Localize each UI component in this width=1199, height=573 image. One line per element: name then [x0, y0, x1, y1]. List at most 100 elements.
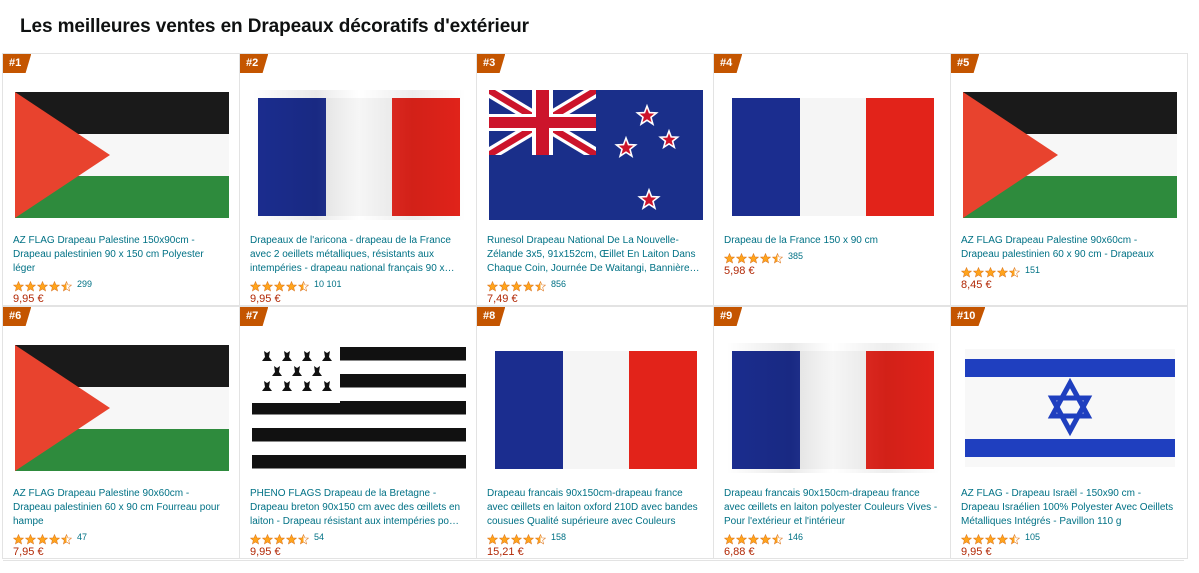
review-count-link[interactable]: 151 [1025, 265, 1040, 275]
product-card[interactable]: #10 AZ FLAG - Drapeau Israël - 150x90 cm … [950, 306, 1188, 559]
product-card[interactable]: #3 Runesol Drapeau National De La Nouvell… [476, 53, 714, 306]
product-title-link[interactable]: AZ FLAG - Drapeau Israël - 150x90 cm - D… [961, 487, 1175, 529]
star-full-icon [285, 279, 298, 291]
rating-row[interactable]: 146 [723, 530, 803, 544]
rating-row[interactable]: 158 [486, 530, 566, 544]
star-full-icon [735, 532, 748, 544]
star-full-icon [273, 532, 286, 544]
price: 9,95 € [961, 546, 992, 558]
star-full-icon [723, 532, 736, 544]
star-full-icon [510, 279, 523, 291]
price: 7,49 € [487, 293, 518, 305]
review-count-link[interactable]: 47 [77, 532, 87, 542]
star-full-icon [486, 532, 499, 544]
star-full-icon [522, 532, 535, 544]
product-card[interactable]: #9 Drapeau francais 90x150cm-drapeau fran… [713, 306, 951, 559]
palestine-flag-image[interactable] [963, 90, 1177, 220]
product-title-link[interactable]: Runesol Drapeau National De La Nouvelle-… [487, 234, 701, 276]
star-rating-icon [486, 279, 547, 291]
product-title-link[interactable]: PHENO FLAGS Drapeau de la Bretagne - Dra… [250, 487, 464, 529]
star-full-icon [24, 532, 37, 544]
price: 9,95 € [250, 293, 281, 305]
star-full-icon [249, 279, 262, 291]
star-half-icon [60, 532, 73, 544]
star-half-icon [297, 279, 310, 291]
star-full-icon [24, 279, 37, 291]
product-title-link[interactable]: Drapeau francais 90x150cm-drapeau france… [724, 487, 938, 529]
star-half-icon [297, 532, 310, 544]
bestseller-grid: #1 AZ FLAG Drapeau Palestine 150x90cm - D… [2, 53, 1188, 560]
star-full-icon [759, 251, 772, 263]
star-full-icon [12, 279, 25, 291]
product-card[interactable]: #4 Drapeau de la France 150 x 90 cm 385 5,9… [713, 53, 951, 306]
review-count-link[interactable]: 10 101 [314, 279, 342, 289]
star-full-icon [972, 265, 985, 277]
star-full-icon [261, 532, 274, 544]
rating-row[interactable]: 151 [960, 263, 1040, 277]
star-full-icon [996, 532, 1009, 544]
rank-badge: #7 [240, 307, 269, 326]
israel-flag-image[interactable] [963, 343, 1177, 473]
star-rating-icon [723, 251, 784, 263]
france-flag-image[interactable] [726, 90, 940, 220]
review-count-link[interactable]: 385 [788, 251, 803, 261]
star-full-icon [735, 251, 748, 263]
star-full-icon [960, 265, 973, 277]
star-rating-icon [486, 532, 547, 544]
star-half-icon [771, 251, 784, 263]
product-title-link[interactable]: Drapeau de la France 150 x 90 cm [724, 234, 938, 248]
star-rating-icon [12, 532, 73, 544]
palestine-flag-image[interactable] [15, 343, 229, 473]
review-count-link[interactable]: 146 [788, 532, 803, 542]
product-title-link[interactable]: AZ FLAG Drapeau Palestine 90x60cm - Drap… [13, 487, 227, 529]
star-full-icon [522, 279, 535, 291]
france-flag-image[interactable] [726, 343, 940, 473]
rank-badge: #1 [3, 54, 32, 73]
rank-badge: #8 [477, 307, 506, 326]
product-card[interactable]: #6 AZ FLAG Drapeau Palestine 90x60cm - Dr… [2, 306, 240, 559]
rating-row[interactable]: 47 [12, 530, 87, 544]
star-rating-icon [249, 279, 310, 291]
rating-row[interactable]: 105 [960, 530, 1040, 544]
star-full-icon [747, 251, 760, 263]
rating-row[interactable]: 10 101 [249, 277, 342, 291]
price: 7,95 € [13, 546, 44, 558]
product-card[interactable]: #1 AZ FLAG Drapeau Palestine 150x90cm - D… [2, 53, 240, 306]
rank-badge: #9 [714, 307, 743, 326]
france-flag-image[interactable] [252, 90, 466, 220]
review-count-link[interactable]: 105 [1025, 532, 1040, 542]
star-full-icon [972, 532, 985, 544]
star-full-icon [984, 265, 997, 277]
new-zealand-flag-image[interactable] [489, 90, 703, 220]
product-title-link[interactable]: Drapeau francais 90x150cm-drapeau france… [487, 487, 701, 529]
price: 5,98 € [724, 265, 755, 277]
rating-row[interactable]: 385 [723, 249, 803, 263]
review-count-link[interactable]: 158 [551, 532, 566, 542]
rating-row[interactable]: 54 [249, 530, 324, 544]
star-full-icon [261, 279, 274, 291]
grid-bottom-divider [3, 560, 1184, 573]
product-title-link[interactable]: AZ FLAG Drapeau Palestine 90x60cm - Drap… [961, 234, 1175, 262]
rating-row[interactable]: 299 [12, 277, 92, 291]
rating-row[interactable]: 856 [486, 277, 566, 291]
brittany-flag-image[interactable] [252, 343, 466, 473]
review-count-link[interactable]: 856 [551, 279, 566, 289]
france-flag-image[interactable] [489, 343, 703, 473]
product-card[interactable]: #8 Drapeau francais 90x150cm-drapeau fran… [476, 306, 714, 559]
product-card[interactable]: #2 Drapeaux de l'aricona - drapeau de la … [239, 53, 477, 306]
review-count-link[interactable]: 299 [77, 279, 92, 289]
palestine-flag-image[interactable] [15, 90, 229, 220]
product-title-link[interactable]: AZ FLAG Drapeau Palestine 150x90cm - Dra… [13, 234, 227, 276]
star-full-icon [510, 532, 523, 544]
product-title-link[interactable]: Drapeaux de l'aricona - drapeau de la Fr… [250, 234, 464, 276]
product-card[interactable]: #5 AZ FLAG Drapeau Palestine 90x60cm - Dr… [950, 53, 1188, 306]
star-full-icon [984, 532, 997, 544]
product-card[interactable]: #7 PHENO FLAGS Drapeau de la Bretagne - D… [239, 306, 477, 559]
star-full-icon [996, 265, 1009, 277]
star-full-icon [48, 532, 61, 544]
star-full-icon [960, 532, 973, 544]
star-rating-icon [249, 532, 310, 544]
review-count-link[interactable]: 54 [314, 532, 324, 542]
star-full-icon [747, 532, 760, 544]
star-full-icon [486, 279, 499, 291]
